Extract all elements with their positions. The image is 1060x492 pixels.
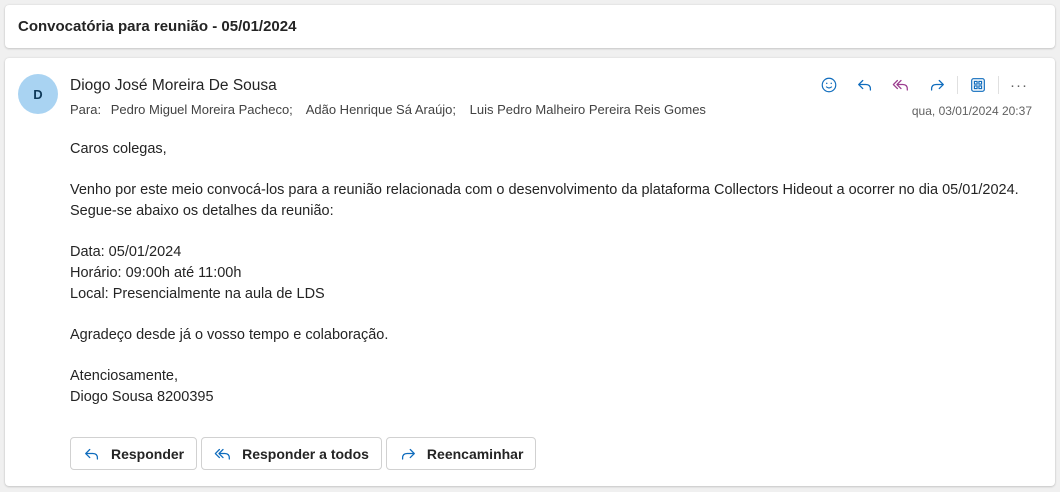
forward-button[interactable] — [919, 72, 955, 98]
to-label: Para: — [70, 102, 102, 117]
message-toolbar: ··· — [811, 72, 1037, 98]
body-intro: Venho por este meio convocá-los para a r… — [70, 182, 1019, 219]
toolbar-divider — [998, 76, 999, 94]
meeting-details: Data: 05/01/2024 Horário: 09:00h até 11:… — [70, 242, 1030, 305]
detail-line: Local: Presencialmente na aula de LDS — [70, 286, 325, 302]
quick-reply-bar: Responder Responder a todos Reencaminhar — [70, 437, 537, 470]
message-body: Caros colegas, Venho por este meio convo… — [70, 139, 1030, 408]
reply-all-icon — [214, 448, 231, 460]
footer-reply-label: Responder — [111, 445, 185, 462]
subject-header: Convocatória para reunião - 05/01/2024 — [5, 5, 1055, 48]
footer-reply-all-label: Responder a todos — [242, 445, 369, 462]
body-closing: Atenciosamente, — [70, 368, 179, 384]
recipient[interactable]: Adão Henrique Sá Araújo; — [306, 102, 456, 117]
body-greeting: Caros colegas, — [70, 141, 167, 157]
apps-button[interactable] — [960, 72, 996, 98]
recipients-line: Para: Pedro Miguel Moreira Pacheco; Adão… — [70, 102, 716, 117]
message-timestamp: qua, 03/01/2024 20:37 — [911, 104, 1032, 118]
message-card: D Diogo José Moreira De Sousa Para: Pedr… — [5, 58, 1055, 486]
reply-icon — [85, 448, 99, 460]
detail-line: Horário: 09:00h até 11:00h — [70, 265, 242, 281]
reply-all-button[interactable] — [883, 72, 919, 98]
more-actions-button[interactable]: ··· — [1001, 72, 1037, 98]
recipient[interactable]: Pedro Miguel Moreira Pacheco; — [111, 102, 293, 117]
sender-name[interactable]: Diogo José Moreira De Sousa — [70, 77, 277, 95]
forward-icon — [930, 79, 944, 91]
reply-all-icon — [892, 79, 908, 91]
body-signature: Diogo Sousa 8200395 — [70, 389, 214, 405]
detail-line: Data: 05/01/2024 — [70, 244, 182, 260]
footer-reply-all-button[interactable]: Responder a todos — [201, 437, 382, 470]
toolbar-divider — [957, 76, 958, 94]
emoji-icon — [821, 77, 837, 93]
footer-forward-button[interactable]: Reencaminhar — [385, 437, 537, 470]
apps-grid-icon — [971, 78, 985, 92]
avatar[interactable]: D — [18, 74, 58, 114]
reply-icon — [858, 79, 872, 91]
reply-button[interactable] — [847, 72, 883, 98]
footer-forward-label: Reencaminhar — [426, 445, 524, 462]
emoji-react-button[interactable] — [811, 72, 847, 98]
email-subject: Convocatória para reunião - 05/01/2024 — [18, 18, 297, 35]
more-icon: ··· — [1010, 76, 1028, 94]
recipient[interactable]: Luis Pedro Malheiro Pereira Reis Gomes — [470, 102, 706, 117]
body-thanks: Agradeço desde já o vosso tempo e colabo… — [70, 327, 389, 343]
forward-icon — [401, 448, 415, 460]
footer-reply-button[interactable]: Responder — [70, 437, 198, 470]
